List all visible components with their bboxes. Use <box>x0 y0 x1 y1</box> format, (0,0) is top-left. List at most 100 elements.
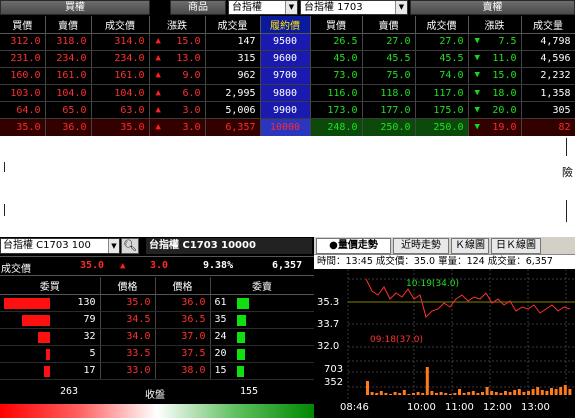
quote-cell: 45.5 <box>415 50 469 68</box>
quote-row[interactable]: 103.0 104.0 104.0 ▲ 6.0 2,995 9800 116.0 118.0 11… <box>0 84 575 103</box>
bid-price[interactable]: 34.0 <box>100 328 156 346</box>
chevron-down-icon[interactable]: ▼ <box>285 1 297 14</box>
tab-daily-k-chart[interactable]: 日Ｋ線圖 <box>491 238 541 254</box>
down-arrow-icon: ▼ <box>474 36 480 47</box>
search-icon: 🔍︎ <box>123 239 137 252</box>
volume-bar <box>467 392 471 395</box>
book-row[interactable]: 5 33.5 37.5 20 <box>0 345 315 363</box>
chart-grid <box>347 269 575 399</box>
change-percent: 9.38% <box>203 260 234 271</box>
quote-row[interactable]: 160.0 161.0 161.0 ▲ 9.0 962 9700 73.0 75.0 74.0 ▼ 1… <box>0 67 575 86</box>
quote-cell: 1,358 <box>521 84 575 103</box>
search-button[interactable]: 🔍︎ <box>121 238 139 254</box>
column-header[interactable]: 漲跌 <box>468 16 522 34</box>
change-value: 19.0 <box>492 122 517 134</box>
volume-bar <box>402 390 406 395</box>
column-header[interactable]: 賣價 <box>45 16 92 34</box>
volume-bar <box>568 389 572 395</box>
quote-row[interactable]: 231.0 234.0 234.0 ▲ 13.0 315 9600 45.0 45.5 45.5 ▼… <box>0 50 575 68</box>
book-row[interactable]: 32 34.0 37.0 24 <box>0 328 315 346</box>
ask-qty: 35 <box>214 314 227 325</box>
bid-qty: 32 <box>83 331 96 342</box>
column-header[interactable]: 買價 <box>310 16 363 34</box>
detail-contract-select[interactable]: 台指權 C1703 100 ▼ <box>0 238 120 254</box>
ask-qty-cell: 61 <box>210 294 315 312</box>
volume-bar <box>407 394 411 395</box>
close-label: 收盤 <box>145 390 165 401</box>
ask-depth-bar <box>236 365 245 377</box>
chevron-down-icon[interactable]: ▼ <box>108 239 119 253</box>
ask-qty: 15 <box>214 365 227 376</box>
bid-qty-cell: 32 <box>0 328 101 346</box>
volume-bar <box>398 393 402 395</box>
last-price-label: 成交價 <box>1 264 31 275</box>
volume-bar <box>458 389 461 395</box>
change-cell: ▼ 19.0 <box>468 118 522 137</box>
change-value: 18.0 <box>492 87 517 99</box>
volume-bar <box>366 381 369 395</box>
total-ask: 155 <box>240 386 259 397</box>
change-value: 3.0 <box>182 122 201 134</box>
tab-k-chart[interactable]: Ｋ線圖 <box>451 238 489 254</box>
ask-price[interactable]: 36.5 <box>155 311 211 329</box>
quote-cell: 118.0 <box>362 84 416 103</box>
ask-price[interactable]: 37.0 <box>155 328 211 346</box>
volume-bar <box>517 389 521 395</box>
column-header[interactable]: 履約價 <box>260 16 311 34</box>
product-select[interactable]: 台指權 ▼ <box>228 0 298 15</box>
column-header[interactable]: 賣價 <box>362 16 416 34</box>
bid-price[interactable]: 33.5 <box>100 345 156 363</box>
ask-qty: 20 <box>214 348 227 359</box>
ask-price[interactable]: 38.0 <box>155 362 211 380</box>
up-arrow-icon: ▲ <box>120 261 126 271</box>
column-header[interactable]: 成交量 <box>205 16 261 34</box>
volume-bar <box>370 392 374 395</box>
volume-bar <box>559 387 563 395</box>
contract-select[interactable]: 台指權 1703 ▼ <box>300 0 408 15</box>
tab-recent-trend[interactable]: 近時走勢 <box>393 238 449 254</box>
book-row[interactable]: 130 35.0 36.0 61 <box>0 294 315 312</box>
sentiment-gradient-bar <box>0 404 314 418</box>
change-cell: ▼ 18.0 <box>468 84 522 103</box>
quote-cell: 161.0 <box>91 67 150 86</box>
column-header[interactable]: 成交價 <box>91 16 150 34</box>
time-tick: 13:00 <box>521 402 550 413</box>
quote-cell: 27.0 <box>362 33 416 51</box>
up-arrow-icon: ▲ <box>155 53 161 64</box>
book-header: 價格 <box>100 277 156 295</box>
volume-bar <box>531 389 535 395</box>
quote-cell: 234.0 <box>45 50 92 68</box>
quote-row[interactable]: 64.0 65.0 63.0 ▲ 3.0 5,006 9900 173.0 177.0 175.0… <box>0 101 575 120</box>
call-header: 買權 <box>0 0 150 15</box>
up-arrow-icon: ▲ <box>155 122 161 133</box>
book-row[interactable]: 17 33.0 38.0 15 <box>0 362 315 380</box>
volume-bar <box>563 385 567 395</box>
chevron-down-icon[interactable]: ▼ <box>395 1 407 14</box>
bid-depth-bar <box>45 348 50 360</box>
change-cell: ▲ 3.0 <box>149 118 206 137</box>
strike-price: 9800 <box>260 84 311 103</box>
change-value: 13.0 <box>176 53 201 65</box>
quote-row[interactable]: 35.0 36.0 35.0 ▲ 3.0 6,357 10000 248.0 250.0 250.… <box>0 118 575 137</box>
volume-bar <box>545 391 549 395</box>
ask-price[interactable]: 37.5 <box>155 345 211 363</box>
bid-price[interactable]: 33.0 <box>100 362 156 380</box>
column-header[interactable]: 成交價 <box>415 16 469 34</box>
column-header[interactable]: 買價 <box>0 16 46 34</box>
quote-cell: 175.0 <box>415 101 469 120</box>
column-header[interactable]: 成交量 <box>521 16 575 34</box>
bid-qty: 5 <box>89 348 96 359</box>
down-arrow-icon: ▼ <box>474 104 480 115</box>
ask-price[interactable]: 36.0 <box>155 294 211 312</box>
column-header[interactable]: 漲跌 <box>149 16 206 34</box>
price-tick: 35.3 <box>317 297 339 308</box>
quote-row[interactable]: 312.0 318.0 314.0 ▲ 15.0 147 9500 26.5 27.0 27.0 ▼… <box>0 33 575 51</box>
tab-price-volume[interactable]: ●量價走勢 <box>316 238 391 254</box>
bid-depth-bar <box>21 314 50 326</box>
bid-price[interactable]: 34.5 <box>100 311 156 329</box>
volume-bar <box>379 391 383 395</box>
volume-bar <box>550 388 553 395</box>
book-row[interactable]: 79 34.5 36.5 35 <box>0 311 315 329</box>
high-annotation: 10:19(34.0) <box>406 279 459 289</box>
bid-price[interactable]: 35.0 <box>100 294 156 312</box>
